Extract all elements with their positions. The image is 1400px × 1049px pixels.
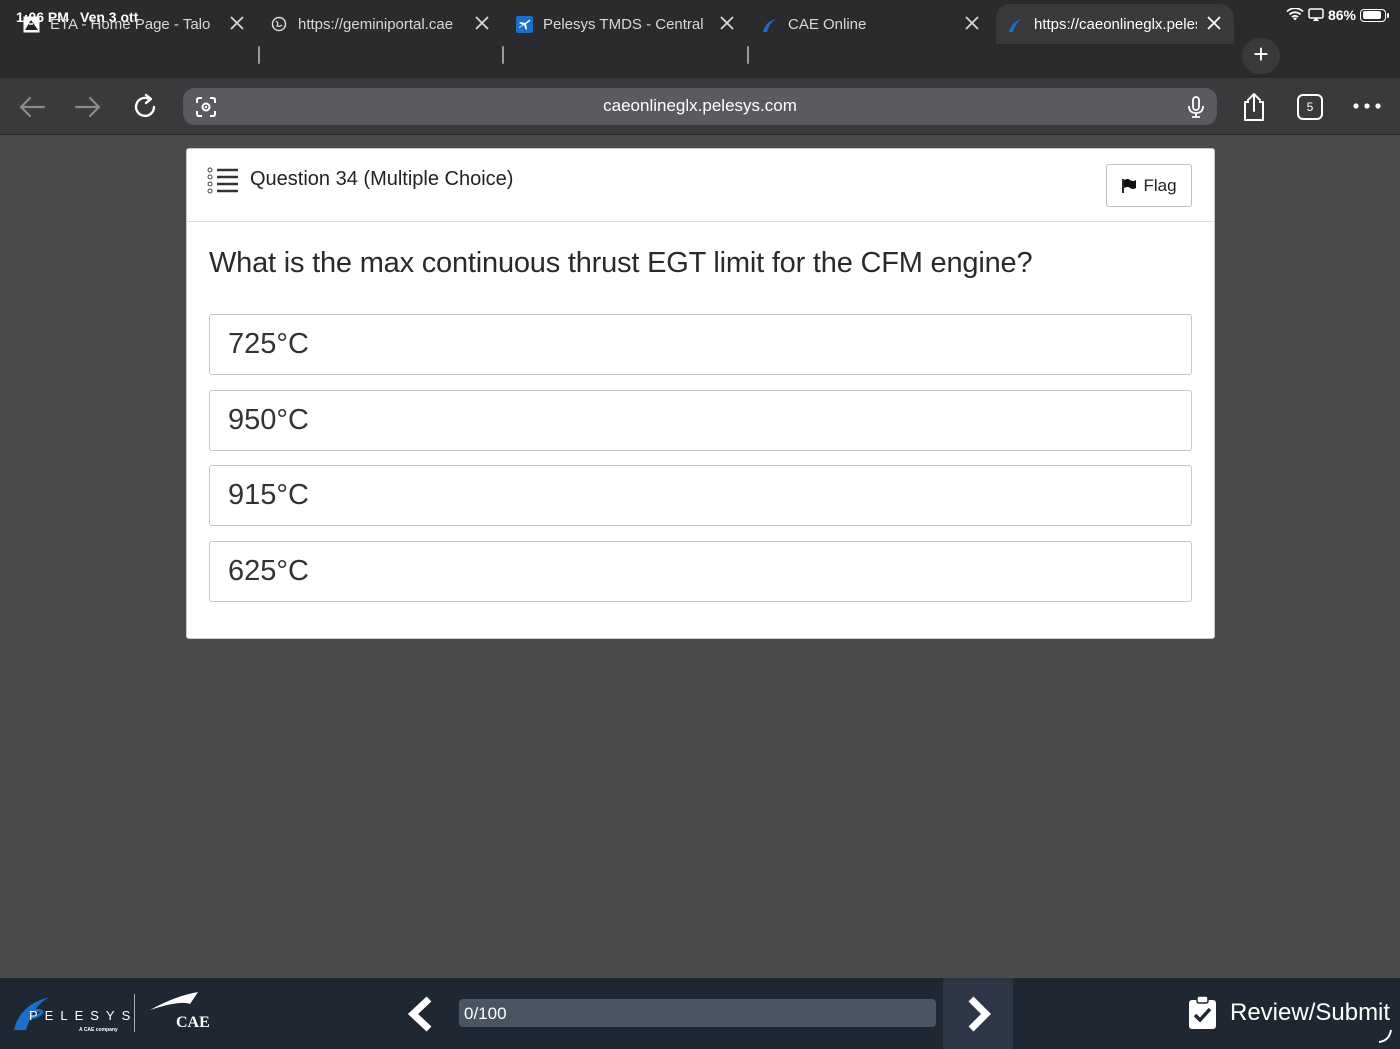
microphone-icon[interactable] — [1184, 95, 1208, 119]
address-bar[interactable]: caeonlineglx.pelesys.com — [183, 88, 1217, 125]
url-text: caeonlineglx.pelesys.com — [603, 96, 797, 115]
close-tab-icon[interactable] — [227, 13, 247, 33]
tab-label: https://caeonlineglx.pelesys — [1034, 15, 1197, 33]
pelesys-favicon-icon — [1006, 15, 1024, 33]
reload-icon[interactable] — [130, 92, 160, 122]
battery-fill — [1362, 11, 1381, 19]
cae-wordmark: CAE — [176, 1014, 210, 1031]
tab-label: ETA - Home Page - Talon — [50, 15, 210, 33]
forward-arrow-icon[interactable] — [73, 92, 103, 122]
question-card: Question 34 (Multiple Choice) Flag What … — [186, 148, 1215, 639]
tab-label: CAE Online — [788, 15, 867, 33]
next-arrow-icon — [968, 996, 991, 1032]
tab-geminiportal[interactable]: https://geminiportal.cae — [270, 4, 502, 44]
tab-pelesys-tmds[interactable]: Pelesys TMDS - Central — [515, 4, 747, 44]
pelesys-wordmark: PELESYS — [29, 1008, 138, 1023]
review-submit-button[interactable]: Review/Submit — [1188, 996, 1390, 1030]
close-tab-icon[interactable] — [472, 13, 492, 33]
answer-option-label: 725°C — [228, 328, 309, 360]
close-tab-icon[interactable] — [717, 13, 737, 33]
brand-logos: PELESYS A CAE company CAE — [12, 992, 222, 1038]
airplane-icon — [515, 15, 533, 33]
previous-question-icon[interactable] — [405, 996, 435, 1032]
answer-option[interactable]: 725°C — [209, 314, 1192, 375]
close-tab-icon[interactable] — [962, 13, 982, 33]
flag-icon — [1122, 178, 1137, 193]
clipboard-check-icon — [1189, 996, 1216, 1029]
resize-handle-icon — [1378, 1029, 1392, 1043]
eta-favicon-icon — [22, 15, 40, 33]
tab-label: https://geminiportal.cae — [298, 15, 454, 33]
tab-cae-online[interactable]: CAE Online — [760, 4, 992, 44]
next-question-button[interactable] — [943, 978, 1013, 1049]
logo-divider — [134, 994, 135, 1032]
share-icon[interactable] — [1240, 91, 1268, 123]
answer-option[interactable]: 915°C — [209, 465, 1192, 526]
new-tab-button[interactable]: + — [1242, 38, 1280, 74]
answer-option[interactable]: 625°C — [209, 541, 1192, 602]
tab-separator — [747, 46, 749, 64]
progress-text: 0/100 — [464, 1004, 507, 1023]
tab-count-button[interactable]: 5 — [1297, 94, 1323, 120]
battery-percent: 86% — [1327, 7, 1356, 23]
globe-icon — [270, 15, 288, 33]
question-list-icon[interactable] — [207, 167, 239, 195]
tab-separator — [502, 46, 504, 64]
question-text: What is the max continuous thrust EGT li… — [209, 247, 1033, 279]
more-options-icon[interactable] — [1352, 102, 1382, 110]
pelesys-tagline: A CAE company — [79, 1027, 118, 1033]
tab-label: Pelesys TMDS - Central — [543, 15, 704, 33]
back-arrow-icon[interactable] — [17, 92, 47, 122]
tab-separator — [258, 46, 260, 64]
pelesys-favicon-icon — [760, 15, 778, 33]
screen-mirroring-icon — [1308, 8, 1324, 21]
progress-bar: 0/100 — [459, 999, 936, 1027]
tab-caeonlineglx[interactable]: https://caeonlineglx.pelesys — [996, 4, 1234, 44]
footer-bar: PELESYS A CAE company CAE 0/100 Review/S… — [0, 978, 1400, 1049]
question-title: Question 34 (Multiple Choice) — [250, 168, 514, 190]
tab-eta-home[interactable]: ETA - Home Page - Talon — [22, 4, 257, 44]
answer-option-label: 915°C — [228, 479, 309, 511]
tab-count: 5 — [1306, 100, 1314, 114]
review-submit-label: Review/Submit — [1230, 999, 1391, 1026]
wifi-icon — [1286, 8, 1304, 21]
battery-icon — [1360, 8, 1389, 22]
question-header: Question 34 (Multiple Choice) Flag — [187, 149, 1214, 222]
close-tab-icon[interactable] — [1204, 13, 1224, 33]
flag-label: Flag — [1143, 175, 1177, 195]
answer-option-label: 950°C — [228, 404, 309, 436]
cae-swoosh-icon — [150, 992, 198, 1010]
browser-toolbar: caeonlineglx.pelesys.com 5 — [0, 78, 1400, 135]
answer-option[interactable]: 950°C — [209, 390, 1192, 451]
flag-button[interactable]: Flag — [1106, 164, 1192, 207]
answer-option-label: 625°C — [228, 555, 309, 587]
status-right: 86% — [1286, 7, 1389, 23]
